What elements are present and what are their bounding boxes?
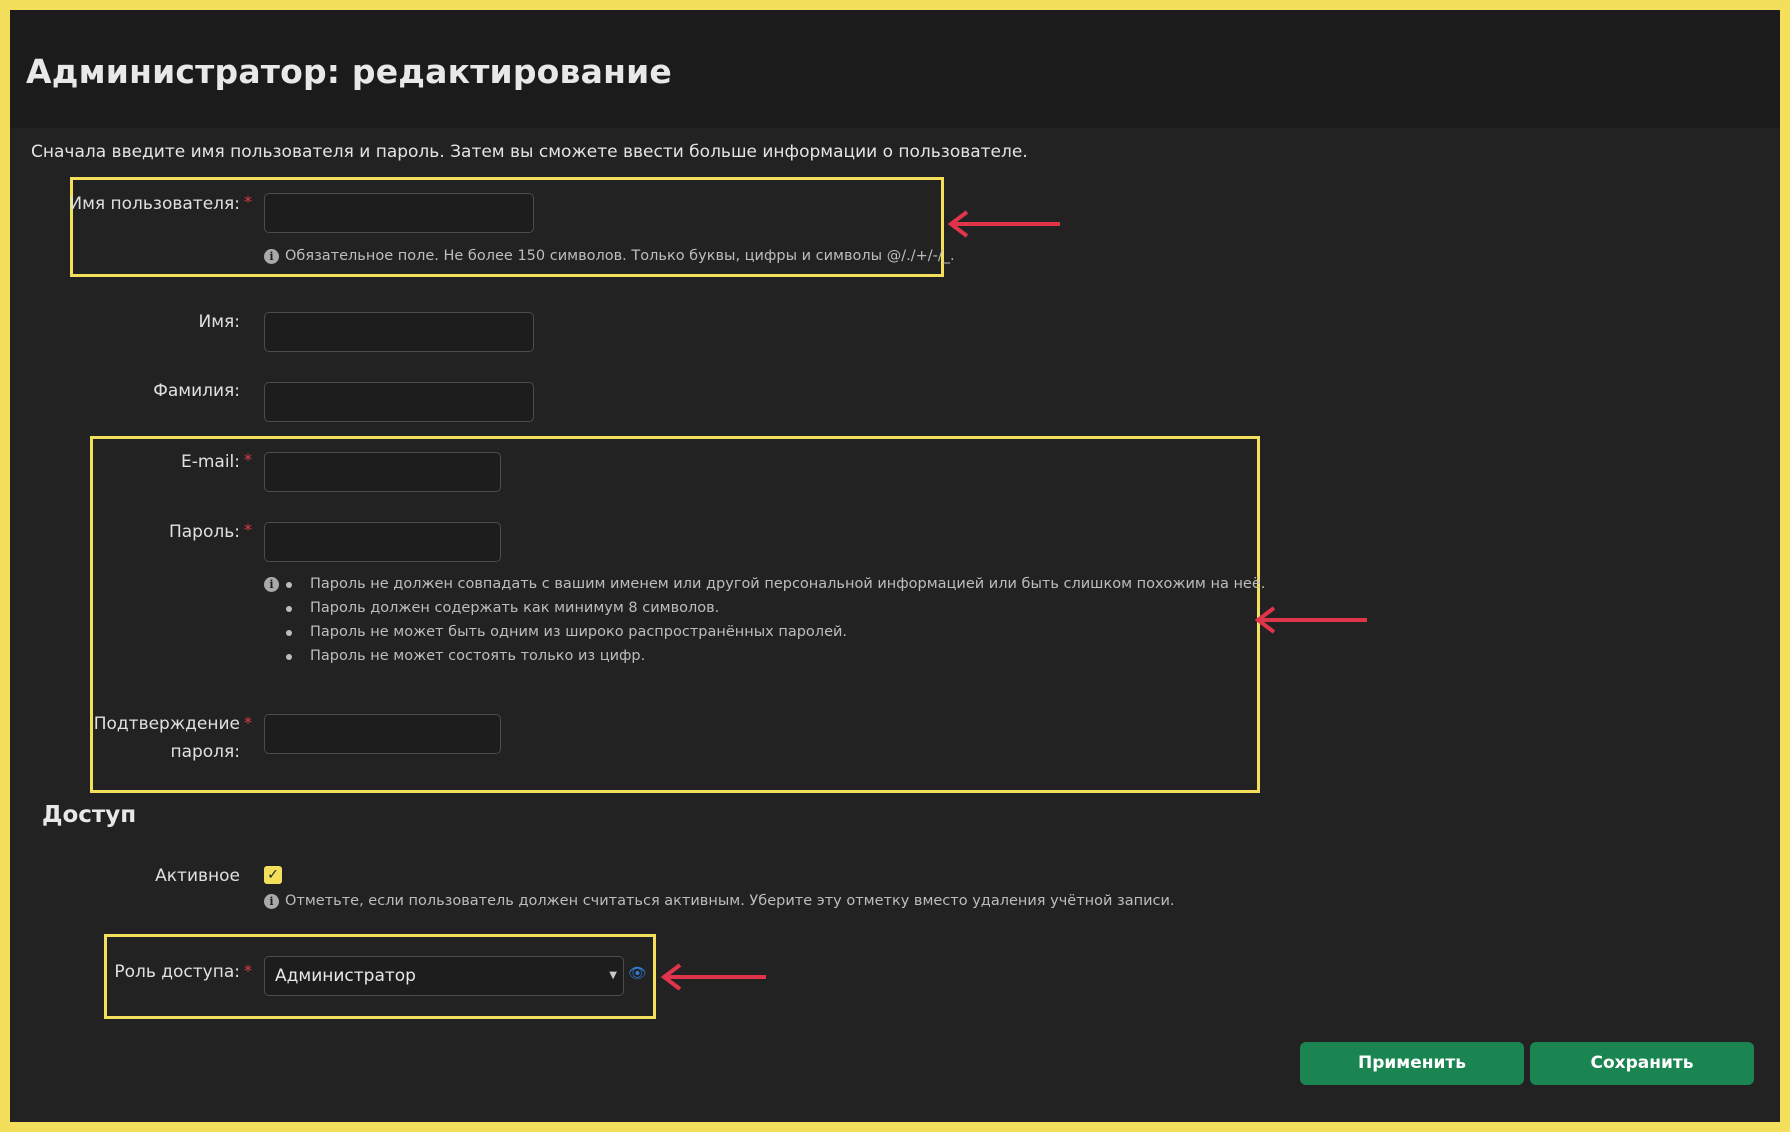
password-confirm-label-line2: пароля: [170,742,240,762]
first-name-label: Имя: [198,312,241,332]
role-select-value: Администратор [275,966,416,986]
admin-edit-panel: Администратор: редактирование Сначала вв… [10,10,1780,1122]
username-input[interactable] [264,193,534,233]
last-name-label: Фамилия: [153,381,240,401]
intro-text: Сначала введите имя пользователя и парол… [31,142,1028,162]
password-input[interactable] [264,522,501,562]
active-help: i Отметьте, если пользователь должен счит… [264,893,1175,909]
list-item: Пароль не должен совпадать с вашим имене… [264,572,1265,596]
role-required-mark: * [244,961,252,980]
password-confirm-required-mark: * [244,713,252,732]
role-label: Роль доступа: [114,962,240,982]
active-checkbox[interactable]: ✓ [264,866,282,884]
info-icon: i [264,893,279,909]
first-name-input[interactable] [264,312,534,352]
email-required-mark: * [244,450,252,469]
save-button[interactable]: Сохранить [1530,1042,1754,1085]
list-item: Пароль не может быть одним из широко рас… [264,620,1265,644]
password-confirm-label-line1: Подтверждение [93,714,240,734]
password-rules-list: Пароль не должен совпадать с вашим имене… [264,572,1265,668]
page-header: Администратор: редактирование [10,10,1780,128]
list-item: Пароль должен содержать как минимум 8 си… [264,596,1265,620]
username-help: i Обязательное поле. Не более 150 символо… [264,248,955,264]
access-section-title: Доступ [42,802,137,828]
password-confirm-input[interactable] [264,714,501,754]
password-confirm-label: Подтверждение пароля: [10,710,240,766]
role-select[interactable]: Администратор ▼ [264,956,624,996]
email-label: E-mail: [180,452,240,472]
password-label: Пароль: [168,522,240,542]
apply-button[interactable]: Применить [1300,1042,1524,1085]
chevron-down-icon: ▼ [609,970,617,981]
info-icon: i [264,248,279,264]
arrow-left-icon [947,210,1060,238]
arrow-left-icon [660,963,766,991]
active-label: Активное [155,866,240,886]
username-label: Имя пользователя: [69,194,240,214]
eye-icon[interactable]: 👁 [628,964,647,982]
list-item: Пароль не может состоять только из цифр. [264,644,1265,668]
arrow-left-icon [1254,606,1367,634]
page-title: Администратор: редактирование [26,52,673,91]
check-icon: ✓ [267,867,279,883]
email-input[interactable] [264,452,501,492]
last-name-input[interactable] [264,382,534,422]
password-required-mark: * [244,520,252,539]
username-required-mark: * [244,192,252,211]
